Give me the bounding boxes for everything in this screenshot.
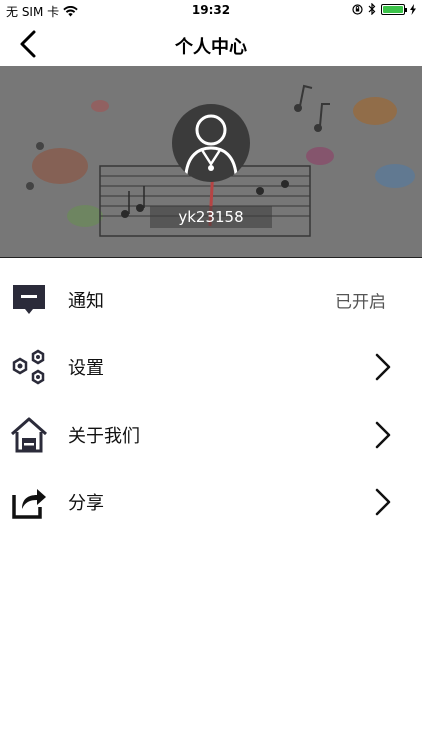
menu-item-share[interactable]: 分享 bbox=[0, 469, 422, 537]
menu-item-settings[interactable]: 设置 bbox=[0, 334, 422, 402]
notification-status: 已开启 bbox=[335, 292, 386, 313]
menu-item-label: 关于我们 bbox=[68, 425, 140, 447]
page-title: 个人中心 bbox=[175, 37, 247, 58]
notification-icon bbox=[13, 284, 45, 314]
user-avatar-icon bbox=[184, 114, 238, 175]
profile-banner: yk23158 bbox=[0, 66, 422, 257]
charging-icon bbox=[410, 3, 416, 15]
menu-item-label: 设置 bbox=[68, 358, 104, 380]
banner-divider bbox=[0, 257, 422, 258]
menu-item-label: 通知 bbox=[68, 290, 104, 312]
username-label: yk23158 bbox=[150, 206, 272, 228]
navigation-bar: 个人中心 bbox=[0, 22, 422, 66]
chevron-right-icon bbox=[375, 489, 391, 516]
menu-item-notification[interactable]: 通知 已开启 bbox=[0, 266, 422, 334]
bluetooth-icon bbox=[368, 3, 376, 15]
menu-list: 通知 已开启 设置 关于我们 分享 bbox=[0, 266, 422, 536]
battery-icon bbox=[381, 3, 407, 15]
menu-item-about-us[interactable]: 关于我们 bbox=[0, 401, 422, 469]
settings-icon bbox=[12, 349, 45, 385]
status-right bbox=[352, 3, 416, 15]
home-icon bbox=[11, 417, 47, 453]
status-bar: 无 SIM 卡 19:32 bbox=[0, 0, 422, 22]
chevron-right-icon bbox=[375, 354, 391, 381]
chevron-right-icon bbox=[375, 421, 391, 448]
avatar[interactable] bbox=[172, 104, 250, 182]
share-icon bbox=[12, 489, 46, 519]
orientation-lock-icon bbox=[352, 3, 363, 15]
menu-item-label: 分享 bbox=[68, 493, 104, 515]
